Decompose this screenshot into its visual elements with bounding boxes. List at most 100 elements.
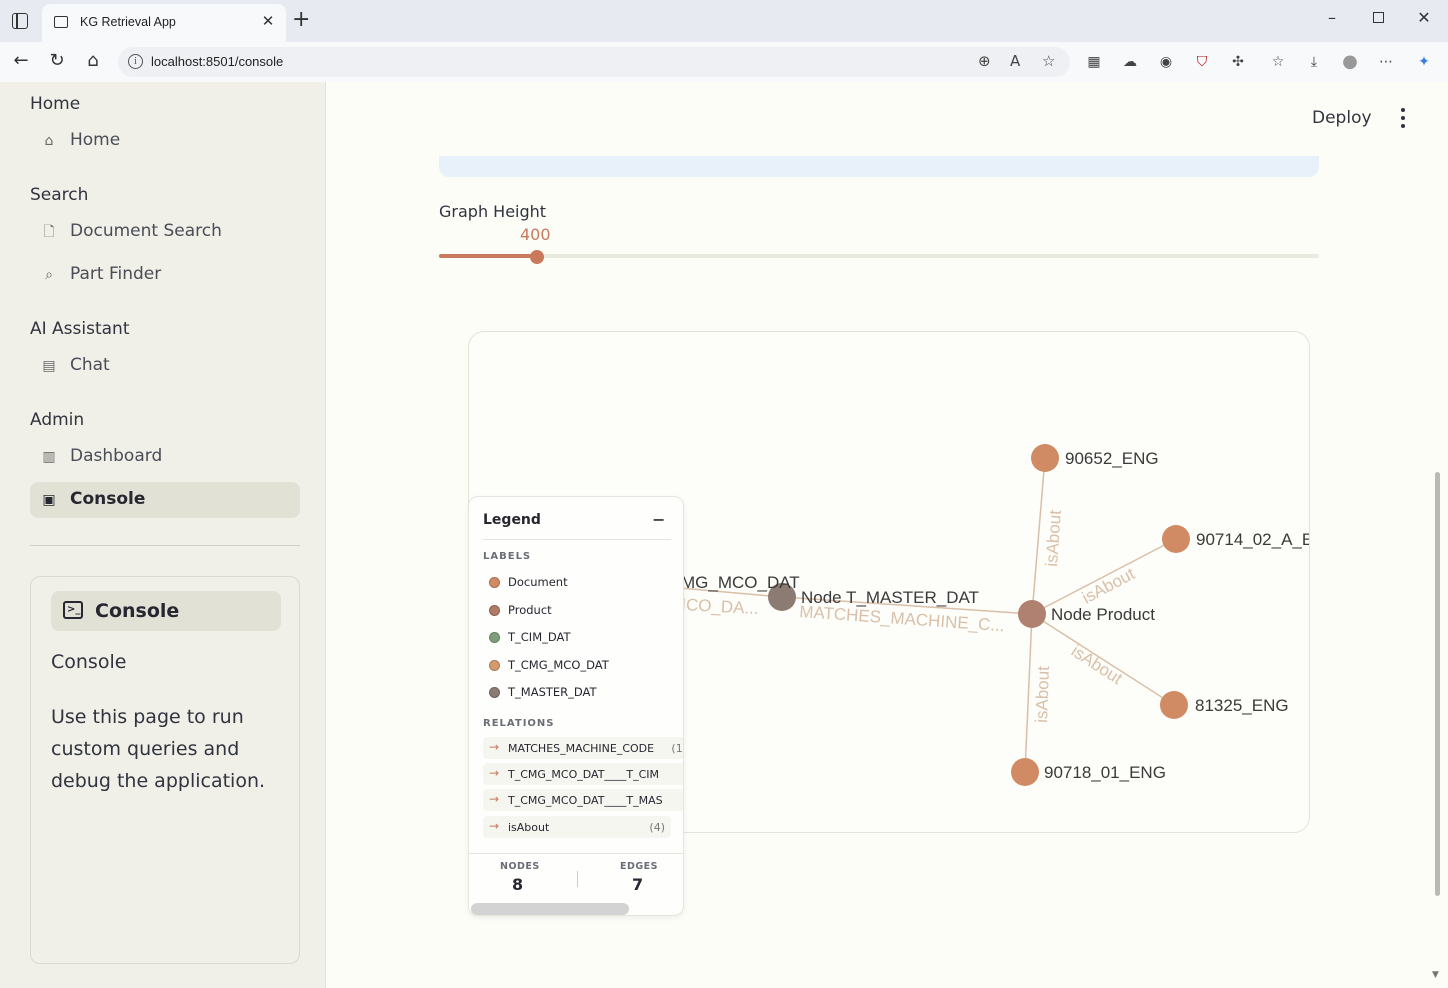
favorites-icon[interactable]: ☆ bbox=[1268, 52, 1288, 72]
legend-relation-item[interactable]: → T_CMG_MCO_DAT____T_CIM bbox=[483, 763, 683, 785]
browser-tab-bar: KG Retrieval App ✕ + – ✕ bbox=[0, 0, 1448, 42]
legend-relation-count: (4) bbox=[649, 821, 665, 834]
edge-label: isAbout bbox=[1042, 509, 1065, 567]
page-scrollbar[interactable] bbox=[1435, 472, 1440, 896]
chat-icon: ▤ bbox=[42, 358, 56, 374]
sidebar-item-label: Dashboard bbox=[70, 446, 163, 466]
node-label: Node Product bbox=[1051, 605, 1155, 624]
nodes-count-value: 8 bbox=[512, 875, 524, 894]
browser-tab[interactable]: KG Retrieval App ✕ bbox=[42, 4, 286, 42]
legend-label-item[interactable]: T_CMG_MCO_DAT bbox=[483, 655, 673, 675]
sidebar-item-dashboard[interactable]: ▥ Dashboard bbox=[30, 439, 300, 475]
edge-label: isAbout bbox=[1068, 641, 1126, 688]
cloud-extension-icon[interactable]: ☁ bbox=[1120, 52, 1140, 72]
graph-height-slider-track[interactable] bbox=[439, 254, 1319, 258]
main-menu-kebab-icon[interactable] bbox=[1396, 108, 1410, 130]
info-banner bbox=[439, 156, 1319, 177]
arrow-right-icon: → bbox=[489, 819, 500, 833]
page-badge: >_ Console bbox=[51, 591, 281, 631]
section-heading-search: Search bbox=[30, 185, 89, 205]
scroll-down-arrow-icon[interactable]: ▼ bbox=[1432, 970, 1439, 980]
back-arrow-icon[interactable]: ← bbox=[9, 50, 33, 71]
graph-node[interactable] bbox=[1031, 444, 1059, 472]
sidebar-item-console[interactable]: ▣ Console bbox=[30, 482, 300, 518]
favorite-star-icon[interactable]: ☆ bbox=[1042, 52, 1055, 70]
maximize-button[interactable] bbox=[1358, 8, 1398, 27]
tab-close-icon[interactable]: ✕ bbox=[260, 12, 276, 30]
legend-relation-item[interactable]: → T_CMG_MCO_DAT____T_MAS bbox=[483, 789, 683, 811]
minimize-button[interactable]: – bbox=[1312, 8, 1352, 27]
browser-menu-icon[interactable]: ⋯ bbox=[1376, 52, 1396, 72]
section-heading-ai-assistant: AI Assistant bbox=[30, 319, 130, 339]
node-label: 90652_ENG bbox=[1065, 449, 1159, 468]
sidebar-item-chat[interactable]: ▤ Chat bbox=[30, 348, 300, 384]
legend-label-text: Document bbox=[508, 575, 568, 589]
legend-labels-heading: LABELS bbox=[483, 551, 532, 562]
arrow-right-icon: → bbox=[489, 740, 500, 754]
graph-node[interactable] bbox=[1018, 600, 1046, 628]
sidebar-item-document-search[interactable]: 🗋 Document Search bbox=[30, 214, 300, 250]
downloads-icon[interactable]: ⤓ bbox=[1304, 52, 1324, 72]
home-browser-icon[interactable]: ⌂ bbox=[81, 50, 105, 71]
graph-node[interactable] bbox=[1011, 758, 1039, 786]
legend-divider bbox=[483, 539, 671, 540]
node-label: Node T_MASTER_DAT bbox=[801, 588, 979, 607]
sidebar-item-label: Document Search bbox=[70, 221, 222, 241]
ublock-shield-icon[interactable]: ⛉ bbox=[1192, 52, 1212, 72]
browser-toolbar: ← ↻ ⌂ i localhost:8501/console ⊕ A ☆ ▦ ☁… bbox=[0, 42, 1448, 82]
legend-label-text: Product bbox=[508, 603, 552, 617]
refresh-icon[interactable]: ↻ bbox=[45, 50, 69, 71]
page-info-title: Console bbox=[51, 651, 127, 673]
graph-node[interactable] bbox=[1160, 691, 1188, 719]
sidebar-item-label: Chat bbox=[70, 355, 110, 375]
legend-relation-item[interactable]: → MATCHES_MACHINE_CODE (1) bbox=[483, 737, 683, 759]
page-badge-label: Console bbox=[95, 600, 180, 622]
zoom-icon[interactable]: ⊕ bbox=[978, 52, 991, 70]
legend-color-dot bbox=[489, 632, 500, 643]
legend-relation-item[interactable]: → isAbout (4) bbox=[483, 816, 671, 838]
site-info-icon[interactable]: i bbox=[128, 54, 143, 69]
address-bar[interactable]: i localhost:8501/console ⊕ A ☆ bbox=[118, 47, 1070, 77]
edge-label: isAbout bbox=[1079, 564, 1138, 608]
node-label: 90714_02_A_E bbox=[1196, 530, 1310, 549]
legend-label-item[interactable]: T_CIM_DAT bbox=[483, 627, 673, 647]
qr-extension-icon[interactable]: ▦ bbox=[1084, 52, 1104, 72]
legend-horizontal-scrollbar[interactable] bbox=[471, 903, 629, 915]
sidebar-item-part-finder[interactable]: ⌕ Part Finder bbox=[30, 257, 300, 293]
legend-relation-text: isAbout bbox=[508, 821, 550, 834]
dashboard-icon: ▥ bbox=[42, 449, 56, 465]
legend-collapse-icon[interactable]: − bbox=[652, 510, 665, 529]
edges-count-label: EDGES bbox=[620, 861, 659, 872]
page-info-card: >_ Console Console Use this page to run … bbox=[30, 576, 300, 964]
legend-label-item[interactable]: Document bbox=[483, 572, 673, 592]
close-window-button[interactable]: ✕ bbox=[1404, 8, 1444, 27]
document-search-icon: 🗋 bbox=[43, 224, 55, 240]
legend-label-item[interactable]: T_MASTER_DAT bbox=[483, 682, 673, 702]
legend-title: Legend bbox=[483, 512, 541, 528]
legend-footer-divider bbox=[469, 853, 683, 854]
legend-relation-text: MATCHES_MACHINE_CODE bbox=[508, 742, 655, 755]
legend-color-dot bbox=[489, 660, 500, 671]
tab-actions-icon[interactable] bbox=[12, 13, 28, 29]
graph-edge bbox=[1031, 457, 1046, 615]
read-aloud-icon[interactable]: A bbox=[1010, 52, 1020, 70]
url-text[interactable]: localhost:8501/console bbox=[151, 54, 283, 69]
legend-relation-count: (1) bbox=[671, 742, 683, 755]
arrow-right-icon: → bbox=[489, 792, 500, 806]
legend-label-item[interactable]: Product bbox=[483, 600, 673, 620]
node-label: 90718_01_ENG bbox=[1044, 763, 1166, 782]
new-tab-button[interactable]: + bbox=[292, 9, 310, 31]
copilot-icon[interactable]: ✦ bbox=[1414, 52, 1434, 72]
part-finder-icon: ⌕ bbox=[45, 267, 53, 283]
graph-node[interactable] bbox=[1162, 525, 1190, 553]
node-label: MG_MCO_DAT bbox=[681, 573, 800, 592]
extensions-puzzle-icon[interactable]: ✣ bbox=[1228, 52, 1248, 72]
graph-height-slider-thumb[interactable] bbox=[530, 250, 544, 264]
sidebar-item-label: Console bbox=[70, 489, 146, 509]
sidebar-item-home[interactable]: ⌂ Home bbox=[30, 123, 300, 159]
deploy-button[interactable]: Deploy bbox=[1312, 108, 1372, 128]
owl-extension-icon[interactable]: ◉ bbox=[1156, 52, 1176, 72]
nodes-count-label: NODES bbox=[500, 861, 540, 872]
app-viewport: Home ⌂ Home Search 🗋 Document Search ⌕ P… bbox=[0, 82, 1448, 988]
profile-avatar-icon[interactable]: ● bbox=[1340, 52, 1360, 72]
